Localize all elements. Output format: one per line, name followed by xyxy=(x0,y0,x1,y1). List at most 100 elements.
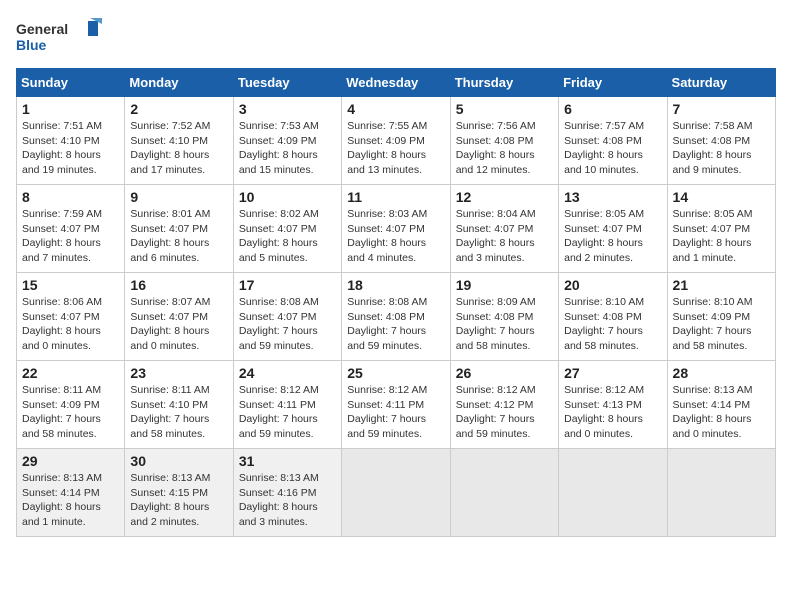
day-info: Sunrise: 8:12 AM Sunset: 4:11 PM Dayligh… xyxy=(239,383,336,442)
day-info: Sunrise: 7:59 AM Sunset: 4:07 PM Dayligh… xyxy=(22,207,119,266)
day-number: 28 xyxy=(673,365,770,381)
calendar-day: 12 Sunrise: 8:04 AM Sunset: 4:07 PM Dayl… xyxy=(450,185,558,273)
day-info: Sunrise: 8:12 AM Sunset: 4:12 PM Dayligh… xyxy=(456,383,553,442)
day-info: Sunrise: 7:55 AM Sunset: 4:09 PM Dayligh… xyxy=(347,119,444,178)
dow-header: Tuesday xyxy=(233,69,341,97)
calendar-day xyxy=(342,449,450,537)
calendar-day: 22 Sunrise: 8:11 AM Sunset: 4:09 PM Dayl… xyxy=(17,361,125,449)
day-number: 10 xyxy=(239,189,336,205)
day-info: Sunrise: 8:13 AM Sunset: 4:15 PM Dayligh… xyxy=(130,471,227,530)
calendar-day: 26 Sunrise: 8:12 AM Sunset: 4:12 PM Dayl… xyxy=(450,361,558,449)
calendar-day: 13 Sunrise: 8:05 AM Sunset: 4:07 PM Dayl… xyxy=(559,185,667,273)
calendar-week-row: 29 Sunrise: 8:13 AM Sunset: 4:14 PM Dayl… xyxy=(17,449,776,537)
calendar-day: 16 Sunrise: 8:07 AM Sunset: 4:07 PM Dayl… xyxy=(125,273,233,361)
day-info: Sunrise: 7:53 AM Sunset: 4:09 PM Dayligh… xyxy=(239,119,336,178)
calendar-day: 23 Sunrise: 8:11 AM Sunset: 4:10 PM Dayl… xyxy=(125,361,233,449)
day-info: Sunrise: 8:11 AM Sunset: 4:09 PM Dayligh… xyxy=(22,383,119,442)
day-number: 27 xyxy=(564,365,661,381)
day-info: Sunrise: 7:56 AM Sunset: 4:08 PM Dayligh… xyxy=(456,119,553,178)
day-number: 1 xyxy=(22,101,119,117)
day-info: Sunrise: 8:08 AM Sunset: 4:08 PM Dayligh… xyxy=(347,295,444,354)
calendar-day: 8 Sunrise: 7:59 AM Sunset: 4:07 PM Dayli… xyxy=(17,185,125,273)
day-info: Sunrise: 7:58 AM Sunset: 4:08 PM Dayligh… xyxy=(673,119,770,178)
calendar-day: 6 Sunrise: 7:57 AM Sunset: 4:08 PM Dayli… xyxy=(559,97,667,185)
calendar-day: 21 Sunrise: 8:10 AM Sunset: 4:09 PM Dayl… xyxy=(667,273,775,361)
day-number: 26 xyxy=(456,365,553,381)
svg-text:General: General xyxy=(16,21,68,37)
calendar-day: 4 Sunrise: 7:55 AM Sunset: 4:09 PM Dayli… xyxy=(342,97,450,185)
dow-header: Thursday xyxy=(450,69,558,97)
day-number: 31 xyxy=(239,453,336,469)
day-number: 20 xyxy=(564,277,661,293)
calendar-day: 9 Sunrise: 8:01 AM Sunset: 4:07 PM Dayli… xyxy=(125,185,233,273)
calendar-table: SundayMondayTuesdayWednesdayThursdayFrid… xyxy=(16,68,776,537)
day-info: Sunrise: 7:57 AM Sunset: 4:08 PM Dayligh… xyxy=(564,119,661,178)
day-info: Sunrise: 8:13 AM Sunset: 4:16 PM Dayligh… xyxy=(239,471,336,530)
day-number: 22 xyxy=(22,365,119,381)
day-info: Sunrise: 8:13 AM Sunset: 4:14 PM Dayligh… xyxy=(22,471,119,530)
day-number: 7 xyxy=(673,101,770,117)
day-info: Sunrise: 7:51 AM Sunset: 4:10 PM Dayligh… xyxy=(22,119,119,178)
day-number: 19 xyxy=(456,277,553,293)
calendar-week-row: 8 Sunrise: 7:59 AM Sunset: 4:07 PM Dayli… xyxy=(17,185,776,273)
day-info: Sunrise: 8:10 AM Sunset: 4:08 PM Dayligh… xyxy=(564,295,661,354)
day-info: Sunrise: 8:13 AM Sunset: 4:14 PM Dayligh… xyxy=(673,383,770,442)
day-number: 2 xyxy=(130,101,227,117)
day-number: 14 xyxy=(673,189,770,205)
day-info: Sunrise: 8:09 AM Sunset: 4:08 PM Dayligh… xyxy=(456,295,553,354)
day-number: 21 xyxy=(673,277,770,293)
calendar-day: 7 Sunrise: 7:58 AM Sunset: 4:08 PM Dayli… xyxy=(667,97,775,185)
day-info: Sunrise: 8:06 AM Sunset: 4:07 PM Dayligh… xyxy=(22,295,119,354)
svg-text:Blue: Blue xyxy=(16,37,47,53)
day-info: Sunrise: 8:12 AM Sunset: 4:13 PM Dayligh… xyxy=(564,383,661,442)
day-number: 8 xyxy=(22,189,119,205)
dow-header: Saturday xyxy=(667,69,775,97)
day-info: Sunrise: 8:03 AM Sunset: 4:07 PM Dayligh… xyxy=(347,207,444,266)
day-number: 18 xyxy=(347,277,444,293)
day-number: 16 xyxy=(130,277,227,293)
day-info: Sunrise: 7:52 AM Sunset: 4:10 PM Dayligh… xyxy=(130,119,227,178)
page-header: General Blue xyxy=(16,16,776,56)
logo: General Blue xyxy=(16,16,106,56)
day-info: Sunrise: 8:08 AM Sunset: 4:07 PM Dayligh… xyxy=(239,295,336,354)
calendar-day: 25 Sunrise: 8:12 AM Sunset: 4:11 PM Dayl… xyxy=(342,361,450,449)
calendar-day xyxy=(559,449,667,537)
dow-header: Monday xyxy=(125,69,233,97)
day-number: 4 xyxy=(347,101,444,117)
day-number: 15 xyxy=(22,277,119,293)
calendar-day: 5 Sunrise: 7:56 AM Sunset: 4:08 PM Dayli… xyxy=(450,97,558,185)
calendar-day xyxy=(450,449,558,537)
day-number: 23 xyxy=(130,365,227,381)
calendar-day: 11 Sunrise: 8:03 AM Sunset: 4:07 PM Dayl… xyxy=(342,185,450,273)
calendar-week-row: 22 Sunrise: 8:11 AM Sunset: 4:09 PM Dayl… xyxy=(17,361,776,449)
dow-header: Friday xyxy=(559,69,667,97)
calendar-day: 1 Sunrise: 7:51 AM Sunset: 4:10 PM Dayli… xyxy=(17,97,125,185)
day-info: Sunrise: 8:07 AM Sunset: 4:07 PM Dayligh… xyxy=(130,295,227,354)
day-number: 17 xyxy=(239,277,336,293)
calendar-day: 17 Sunrise: 8:08 AM Sunset: 4:07 PM Dayl… xyxy=(233,273,341,361)
day-info: Sunrise: 8:12 AM Sunset: 4:11 PM Dayligh… xyxy=(347,383,444,442)
dow-header: Sunday xyxy=(17,69,125,97)
day-number: 24 xyxy=(239,365,336,381)
dow-header: Wednesday xyxy=(342,69,450,97)
day-info: Sunrise: 8:01 AM Sunset: 4:07 PM Dayligh… xyxy=(130,207,227,266)
day-number: 25 xyxy=(347,365,444,381)
calendar-day: 27 Sunrise: 8:12 AM Sunset: 4:13 PM Dayl… xyxy=(559,361,667,449)
calendar-day: 2 Sunrise: 7:52 AM Sunset: 4:10 PM Dayli… xyxy=(125,97,233,185)
day-number: 11 xyxy=(347,189,444,205)
calendar-day: 19 Sunrise: 8:09 AM Sunset: 4:08 PM Dayl… xyxy=(450,273,558,361)
calendar-day: 24 Sunrise: 8:12 AM Sunset: 4:11 PM Dayl… xyxy=(233,361,341,449)
days-of-week-row: SundayMondayTuesdayWednesdayThursdayFrid… xyxy=(17,69,776,97)
day-number: 5 xyxy=(456,101,553,117)
day-info: Sunrise: 8:10 AM Sunset: 4:09 PM Dayligh… xyxy=(673,295,770,354)
calendar-week-row: 15 Sunrise: 8:06 AM Sunset: 4:07 PM Dayl… xyxy=(17,273,776,361)
day-info: Sunrise: 8:02 AM Sunset: 4:07 PM Dayligh… xyxy=(239,207,336,266)
day-number: 12 xyxy=(456,189,553,205)
calendar-body: 1 Sunrise: 7:51 AM Sunset: 4:10 PM Dayli… xyxy=(17,97,776,537)
day-info: Sunrise: 8:05 AM Sunset: 4:07 PM Dayligh… xyxy=(673,207,770,266)
calendar-day: 18 Sunrise: 8:08 AM Sunset: 4:08 PM Dayl… xyxy=(342,273,450,361)
day-number: 3 xyxy=(239,101,336,117)
day-number: 9 xyxy=(130,189,227,205)
calendar-day: 31 Sunrise: 8:13 AM Sunset: 4:16 PM Dayl… xyxy=(233,449,341,537)
day-info: Sunrise: 8:05 AM Sunset: 4:07 PM Dayligh… xyxy=(564,207,661,266)
